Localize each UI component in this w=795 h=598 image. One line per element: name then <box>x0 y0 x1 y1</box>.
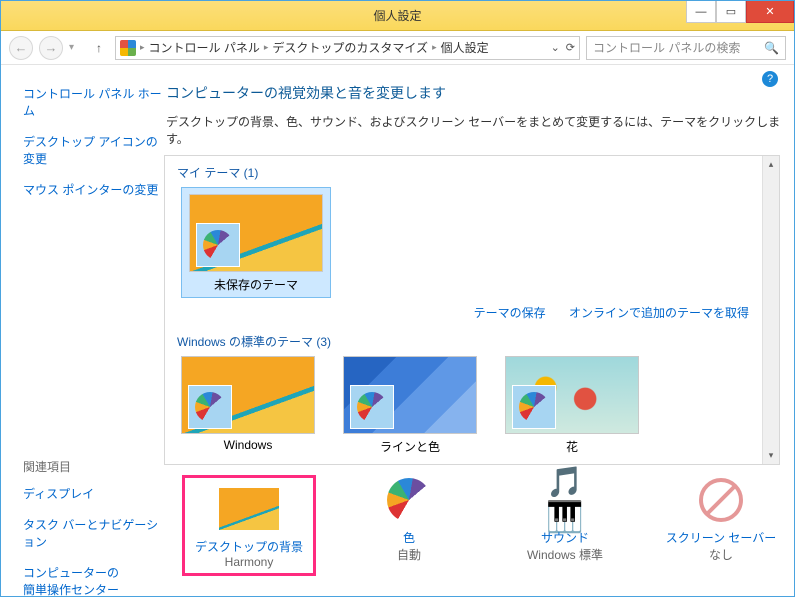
crumb-personalization[interactable]: 個人設定 <box>441 39 489 56</box>
theme-label: ラインと色 <box>380 440 440 454</box>
setting-value: Harmony <box>185 555 313 569</box>
crumb-control-panel[interactable]: コントロール パネル <box>149 39 260 56</box>
color-swatch-icon <box>512 385 556 429</box>
theme-unsaved[interactable]: 未保存のテーマ <box>181 187 331 298</box>
setting-title: スクリーン セーバー <box>658 529 784 546</box>
minimize-button[interactable]: — <box>686 1 716 23</box>
sidebar-display[interactable]: ディスプレイ <box>23 485 164 502</box>
window-title: 個人設定 <box>1 7 794 24</box>
wallpaper-icon <box>219 484 279 534</box>
scroll-down-icon[interactable]: ▾ <box>763 447 779 464</box>
setting-screensaver[interactable]: スクリーン セーバー なし <box>658 475 784 576</box>
settings-row: デスクトップの背景 Harmony 色 自動 🎵🎹 サウンド Windows 標… <box>164 465 784 576</box>
scrollbar[interactable]: ▴ ▾ <box>762 156 779 464</box>
forward-button[interactable]: → <box>39 36 63 60</box>
setting-value: 自動 <box>346 546 472 563</box>
setting-title: サウンド <box>502 529 628 546</box>
sidebar: コントロール パネル ホーム デスクトップ アイコンの変更 マウス ポインターの… <box>1 65 164 596</box>
address-bar[interactable]: ▸ コントロール パネル ▸ デスクトップのカスタマイズ ▸ 個人設定 ⌄ ⟳ <box>115 36 580 60</box>
my-themes-header: マイ テーマ (1) <box>177 164 779 181</box>
search-input[interactable]: コントロール パネルの検索 🔍 <box>586 36 786 60</box>
theme-lines[interactable]: ラインと色 <box>343 356 477 455</box>
color-swatch-icon <box>196 223 240 267</box>
sidebar-mouse-pointers[interactable]: マウス ポインターの変更 <box>23 181 164 198</box>
sidebar-home[interactable]: コントロール パネル ホーム <box>23 85 164 119</box>
setting-title: デスクトップの背景 <box>185 538 313 555</box>
help-icon[interactable]: ? <box>762 71 778 87</box>
navigation-toolbar: ← → ▾ ↑ ▸ コントロール パネル ▸ デスクトップのカスタマイズ ▸ 個… <box>1 31 794 65</box>
back-button[interactable]: ← <box>9 36 33 60</box>
main-panel: ? コンピューターの視覚効果と音を変更します デスクトップの背景、色、サウンド、… <box>164 65 794 596</box>
control-panel-icon <box>120 40 136 56</box>
theme-label: Windows <box>224 438 273 452</box>
color-fan-icon <box>379 475 439 525</box>
theme-actions: テーマの保存 オンラインで追加のテーマを取得 <box>165 298 779 325</box>
title-bar: 個人設定 — ▭ ✕ <box>1 1 794 31</box>
get-themes-online-link[interactable]: オンラインで追加のテーマを取得 <box>569 306 749 320</box>
refresh-icon[interactable]: ⟳ <box>566 41 575 54</box>
up-button[interactable]: ↑ <box>89 38 109 58</box>
sidebar-taskbar[interactable]: タスク バーとナビゲーション <box>23 516 164 550</box>
default-themes-header: Windows の標準のテーマ (3) <box>177 333 779 350</box>
setting-desktop-background[interactable]: デスクトップの背景 Harmony <box>182 475 316 576</box>
color-swatch-icon <box>350 385 394 429</box>
page-description: デスクトップの背景、色、サウンド、およびスクリーン セーバーをまとめて変更するに… <box>166 113 784 147</box>
color-swatch-icon <box>188 385 232 429</box>
setting-color[interactable]: 色 自動 <box>346 475 472 576</box>
setting-sounds[interactable]: 🎵🎹 サウンド Windows 標準 <box>502 475 628 576</box>
theme-label: 未保存のテーマ <box>214 278 298 292</box>
chevron-right-icon: ▸ <box>140 42 145 53</box>
save-theme-link[interactable]: テーマの保存 <box>474 306 546 320</box>
chevron-right-icon: ▸ <box>264 42 269 53</box>
sound-icon: 🎵🎹 <box>535 475 595 525</box>
maximize-button[interactable]: ▭ <box>716 1 746 23</box>
theme-windows[interactable]: Windows <box>181 356 315 455</box>
close-button[interactable]: ✕ <box>746 1 794 23</box>
sidebar-desktop-icons[interactable]: デスクトップ アイコンの変更 <box>23 133 164 167</box>
content-area: コントロール パネル ホーム デスクトップ アイコンの変更 マウス ポインターの… <box>1 65 794 596</box>
page-title: コンピューターの視覚効果と音を変更します <box>166 83 784 103</box>
setting-value: なし <box>658 546 784 563</box>
scroll-up-icon[interactable]: ▴ <box>763 156 779 173</box>
setting-title: 色 <box>346 529 472 546</box>
history-dropdown-icon[interactable]: ▾ <box>69 42 83 53</box>
screensaver-none-icon <box>691 475 751 525</box>
sidebar-ease-of-access[interactable]: コンピューターの簡単操作センター <box>23 564 164 598</box>
related-items-header: 関連項目 <box>23 458 164 475</box>
address-dropdown-icon[interactable]: ⌄ <box>551 41 560 54</box>
search-placeholder: コントロール パネルの検索 <box>593 39 740 56</box>
search-icon: 🔍 <box>764 41 779 55</box>
themes-panel: ▴ ▾ マイ テーマ (1) 未保存のテーマ テーマの保存 オンラインで追加のテ… <box>164 155 780 465</box>
theme-label: 花 <box>566 440 578 454</box>
crumb-desktop-customize[interactable]: デスクトップのカスタマイズ <box>272 39 428 56</box>
theme-flower[interactable]: 花 <box>505 356 639 455</box>
setting-value: Windows 標準 <box>502 546 628 563</box>
window-controls: — ▭ ✕ <box>686 1 794 23</box>
chevron-right-icon: ▸ <box>432 42 437 53</box>
